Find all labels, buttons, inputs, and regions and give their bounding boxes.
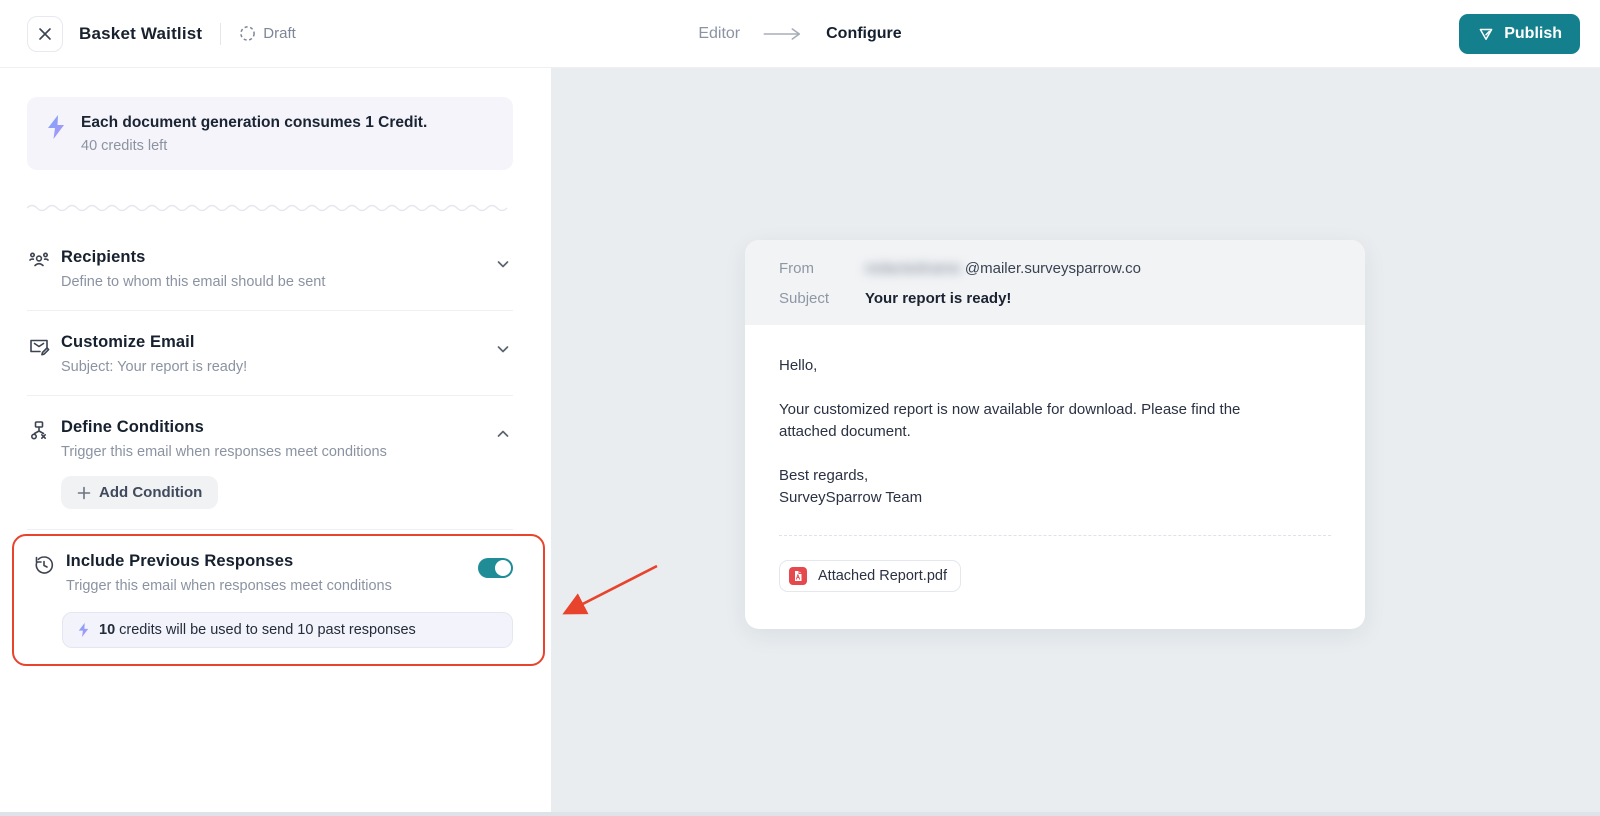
attachment-chip[interactable]: Attached Report.pdf bbox=[779, 560, 961, 592]
email-signoff-line2: SurveySparrow Team bbox=[779, 487, 1331, 509]
credit-usage-note: 10 credits will be used to send 10 past … bbox=[62, 612, 513, 648]
add-condition-label: Add Condition bbox=[99, 484, 202, 501]
section-subtitle: Trigger this email when responses meet c… bbox=[61, 444, 495, 460]
attachment-name: Attached Report.pdf bbox=[818, 565, 947, 587]
breadcrumb: Editor Configure bbox=[698, 0, 901, 68]
annotation-highlight-box: Include Previous Responses Trigger this … bbox=[12, 534, 545, 666]
preview-pane: From redactedname@mailer.surveysparrow.c… bbox=[551, 68, 1600, 816]
section-title: Define Conditions bbox=[61, 418, 495, 437]
subject-label: Subject bbox=[779, 290, 865, 307]
section-include-previous-responses[interactable]: Include Previous Responses Trigger this … bbox=[32, 552, 527, 594]
include-previous-responses-toggle[interactable] bbox=[478, 558, 513, 578]
status-badge: Draft bbox=[239, 25, 296, 42]
annotation-arrow-icon bbox=[551, 558, 676, 630]
section-define-conditions[interactable]: Define Conditions Trigger this email whe… bbox=[27, 396, 513, 530]
close-button[interactable] bbox=[27, 16, 63, 52]
email-header: From redactedname@mailer.surveysparrow.c… bbox=[745, 240, 1365, 325]
section-title: Recipients bbox=[61, 248, 495, 267]
topbar-divider bbox=[220, 23, 221, 45]
publish-send-icon bbox=[1477, 25, 1495, 43]
configure-sidebar: Each document generation consumes 1 Cred… bbox=[0, 68, 551, 816]
bolt-icon bbox=[77, 622, 90, 638]
credit-banner-subtitle: 40 credits left bbox=[81, 138, 427, 154]
email-body: Hello, Your customized report is now ava… bbox=[745, 325, 1365, 629]
plus-icon bbox=[77, 486, 91, 500]
from-domain-value: @mailer.surveysparrow.co bbox=[965, 260, 1141, 277]
section-customize-email[interactable]: Customize Email Subject: Your report is … bbox=[27, 311, 513, 396]
from-label: From bbox=[779, 260, 865, 277]
publish-button[interactable]: Publish bbox=[1459, 14, 1580, 54]
status-label: Draft bbox=[263, 25, 296, 42]
section-title: Include Previous Responses bbox=[66, 552, 478, 571]
draft-dashed-circle-icon bbox=[239, 25, 256, 42]
credit-banner: Each document generation consumes 1 Cred… bbox=[27, 97, 513, 170]
recipients-icon bbox=[27, 249, 51, 273]
email-from-row: From redactedname@mailer.surveysparrow.c… bbox=[779, 260, 1331, 277]
subject-value: Your report is ready! bbox=[865, 290, 1011, 307]
attachment-divider bbox=[779, 535, 1331, 536]
chevron-down-icon[interactable] bbox=[495, 341, 511, 357]
add-condition-button[interactable]: Add Condition bbox=[61, 476, 218, 509]
breadcrumb-arrow-icon bbox=[762, 27, 804, 41]
email-signoff-line1: Best regards, bbox=[779, 465, 1331, 487]
section-subtitle: Subject: Your report is ready! bbox=[61, 359, 495, 375]
define-conditions-icon bbox=[27, 419, 51, 443]
publish-label: Publish bbox=[1504, 25, 1562, 43]
history-icon bbox=[32, 553, 56, 577]
tab-editor[interactable]: Editor bbox=[698, 25, 740, 43]
email-paragraph: Your customized report is now available … bbox=[779, 399, 1279, 443]
email-preview-card: From redactedname@mailer.surveysparrow.c… bbox=[745, 240, 1365, 629]
chevron-up-icon[interactable] bbox=[495, 426, 511, 442]
top-bar: Basket Waitlist Draft Editor Configure P… bbox=[0, 0, 1600, 68]
section-recipients[interactable]: Recipients Define to whom this email sho… bbox=[27, 226, 513, 311]
wavy-divider bbox=[27, 202, 513, 212]
customize-email-icon bbox=[27, 334, 51, 358]
email-subject-row: Subject Your report is ready! bbox=[779, 290, 1331, 307]
close-icon bbox=[38, 27, 52, 41]
section-subtitle: Define to whom this email should be sent bbox=[61, 274, 495, 290]
from-redacted-value: redactedname bbox=[865, 260, 961, 277]
bolt-icon bbox=[45, 114, 67, 140]
section-subtitle: Trigger this email when responses meet c… bbox=[66, 578, 478, 594]
window-bottom-edge bbox=[0, 812, 1600, 816]
tab-configure[interactable]: Configure bbox=[826, 25, 902, 43]
chevron-down-icon[interactable] bbox=[495, 256, 511, 272]
survey-title: Basket Waitlist bbox=[79, 24, 202, 44]
pdf-file-icon bbox=[788, 566, 808, 586]
toggle-knob bbox=[495, 560, 511, 576]
credit-usage-count: 10 bbox=[99, 622, 115, 638]
email-greeting: Hello, bbox=[779, 355, 1331, 377]
credit-usage-text: credits will be used to send 10 past res… bbox=[115, 622, 416, 638]
credit-banner-title: Each document generation consumes 1 Cred… bbox=[81, 114, 427, 132]
section-title: Customize Email bbox=[61, 333, 495, 352]
